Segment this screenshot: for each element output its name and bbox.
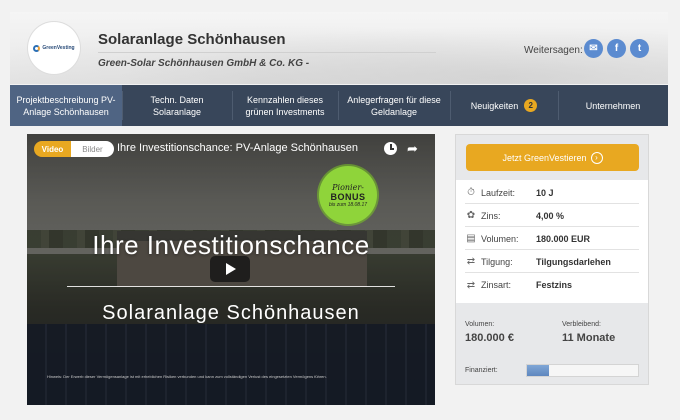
- verbleibend-value: 11 Monate: [562, 332, 616, 344]
- nav-tab-kennzahlen[interactable]: Kennzahlen dieses grünen Investments: [232, 85, 338, 126]
- detail-row-zinsart: ⇄ Zinsart: Festzins: [465, 274, 639, 296]
- nav-tab-unternehmen[interactable]: Unternehmen: [558, 85, 668, 126]
- detail-value: 10 J: [536, 187, 554, 198]
- facebook-share-button[interactable]: f: [607, 39, 626, 58]
- invest-button-label: Jetzt GreenVestieren: [502, 152, 587, 163]
- detail-row-zins: ✿ Zins: 4,00 %: [465, 205, 639, 227]
- media-tab-video[interactable]: Video: [34, 141, 71, 157]
- nav-tab-projektbeschreibung[interactable]: Projektbeschreibung PV-Anlage Schönhause…: [10, 85, 122, 126]
- detail-value: Tilgungsdarlehen: [536, 256, 611, 267]
- news-count-badge: 2: [524, 99, 538, 112]
- play-button[interactable]: [210, 256, 250, 282]
- email-icon: ✉: [589, 43, 598, 54]
- detail-row-laufzeit: ⏱ Laufzeit: 10 J: [465, 182, 639, 204]
- watch-later-icon[interactable]: [384, 142, 397, 155]
- bonus-line-1: Pionier-: [332, 182, 364, 192]
- nav-tab-label: Anlegerfragen für diese Geldanlage: [347, 94, 441, 117]
- detail-label: Zinsart:: [481, 280, 512, 290]
- nav-tab-label: Techn. Daten Solaranlage: [150, 94, 204, 117]
- clock-icon: ⏱: [467, 187, 475, 198]
- twitter-share-button[interactable]: t: [630, 39, 649, 58]
- investment-details: ⏱ Laufzeit: 10 J ✿ Zins: 4,00 % ▤ Volume…: [456, 180, 648, 303]
- investment-stats: Volumen: 180.000 € Verbleibend: 11 Monat…: [456, 319, 648, 359]
- video-share-icon[interactable]: ➦: [407, 141, 418, 157]
- pionier-bonus-badge: Pionier- BONUS bis zum 18.08.17: [319, 166, 377, 224]
- nav-tab-techn-daten[interactable]: Techn. Daten Solaranlage: [122, 85, 232, 126]
- detail-value: 4,00 %: [536, 210, 565, 221]
- detail-value: Festzins: [536, 280, 573, 290]
- detail-label: Volumen:: [481, 233, 519, 244]
- detail-value: 180.000 EUR: [536, 233, 591, 244]
- bonus-line-2: BONUS: [330, 191, 366, 202]
- detail-label: Laufzeit:: [481, 187, 516, 198]
- greenvesting-logo-icon: [33, 44, 41, 52]
- video-subheadline: Solaranlage Schönhausen: [102, 302, 360, 324]
- logo-text: GreenVesting: [42, 45, 75, 51]
- investment-panel: Jetzt GreenVestieren › ⏱ Laufzeit: 10 J …: [455, 134, 649, 385]
- volumen-label: Volumen:: [465, 321, 495, 328]
- finanziert-label: Finanziert:: [465, 367, 498, 374]
- project-video[interactable]: Video Bilder Ihre Investitionschance: PV…: [27, 134, 435, 405]
- nav-tab-anlegerfragen[interactable]: Anlegerfragen für diese Geldanlage: [338, 85, 450, 126]
- project-title: Solaranlage Schönhausen: [98, 31, 286, 48]
- piggy-bank-icon: ✿: [466, 210, 476, 221]
- company-logo[interactable]: GreenVesting: [28, 22, 80, 74]
- project-subtitle: Green-Solar Schönhausen GmbH & Co. KG -: [98, 58, 310, 69]
- bonus-line-3: bis zum 18.08.17: [328, 201, 368, 208]
- media-tab-bilder[interactable]: Bilder: [71, 141, 114, 157]
- header-divider: [98, 52, 436, 53]
- nav-tab-label: Neuigkeiten: [470, 100, 519, 111]
- share-label: Weitersagen:: [524, 45, 583, 56]
- project-header: GreenVesting Solaranlage Schönhausen Gre…: [10, 12, 668, 84]
- nav-tab-label: Projektbeschreibung PV-Anlage Schönhause…: [16, 94, 116, 117]
- video-divider: [67, 286, 395, 287]
- funding-progress-fill: [527, 365, 550, 376]
- nav-tab-label: Kennzahlen dieses grünen Investments: [245, 94, 325, 117]
- nav-tab-label: Unternehmen: [585, 100, 641, 111]
- project-nav: Projektbeschreibung PV-Anlage Schönhause…: [10, 85, 668, 126]
- volumen-value: 180.000 €: [465, 332, 514, 344]
- email-share-button[interactable]: ✉: [584, 39, 603, 58]
- repeat-icon: ⇄: [466, 279, 476, 291]
- detail-row-tilgung: ⇄ Tilgung: Tilgungsdarlehen: [465, 251, 639, 273]
- verbleibend-label: Verbleibend:: [562, 321, 601, 328]
- repeat-icon: ⇄: [466, 256, 476, 267]
- detail-label: Tilgung:: [481, 256, 513, 267]
- twitter-icon: t: [637, 43, 642, 54]
- invest-now-button[interactable]: Jetzt GreenVestieren ›: [466, 144, 639, 171]
- detail-label: Zins:: [481, 210, 501, 221]
- money-icon: ▤: [466, 233, 476, 244]
- nav-tab-neuigkeiten[interactable]: Neuigkeiten 2: [450, 85, 558, 126]
- funding-progress-bar: [526, 364, 639, 377]
- video-title[interactable]: Ihre Investitionschance: PV-Anlage Schön…: [117, 142, 358, 154]
- facebook-icon: f: [614, 43, 619, 54]
- detail-row-volumen: ▤ Volumen: 180.000 EUR: [465, 228, 639, 250]
- arrow-right-icon: ›: [590, 151, 603, 164]
- video-disclaimer: Hinweis: Der Erwerb dieser Vermögensanla…: [47, 374, 327, 379]
